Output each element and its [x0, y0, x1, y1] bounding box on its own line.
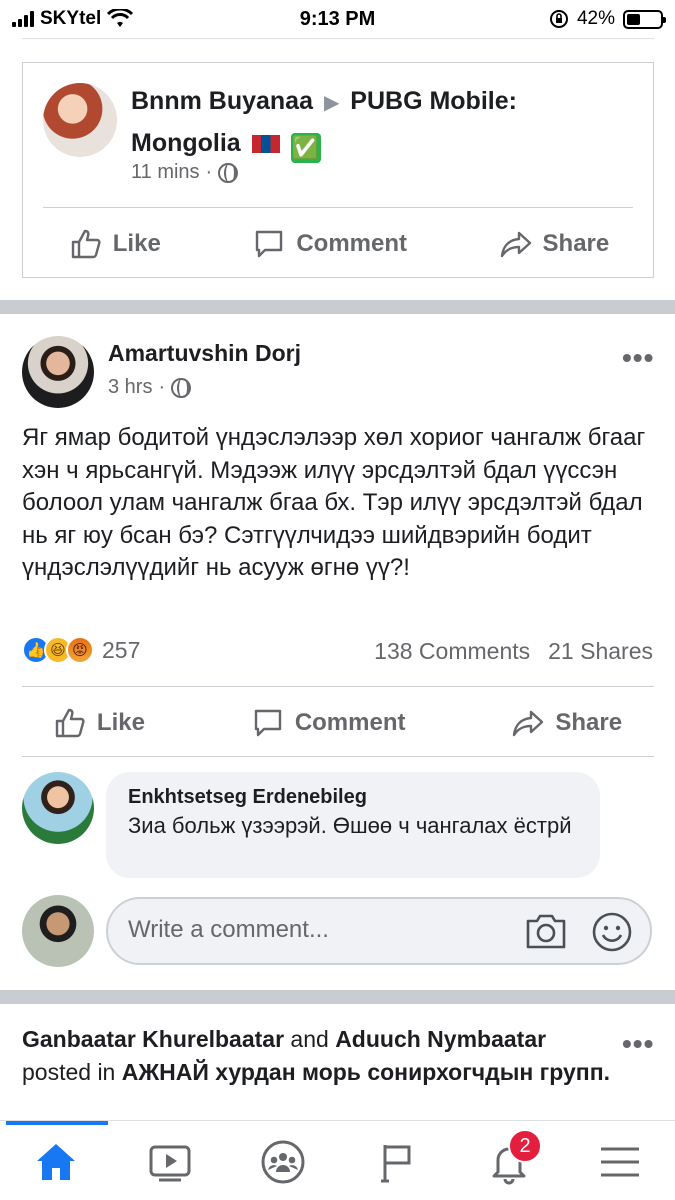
comment-label: Comment: [294, 709, 406, 736]
commenter-name[interactable]: Enkhtsetseg Erdenebileg: [128, 786, 578, 809]
comment-input[interactable]: [128, 916, 508, 944]
bottom-nav: 2: [0, 1120, 675, 1200]
action-bar: Like Comment Share: [0, 700, 675, 746]
separator-dot: ·: [205, 161, 213, 183]
separator-dot: ·: [158, 376, 166, 398]
angry-reaction-icon: 😡: [66, 636, 94, 664]
emoji-smile-icon[interactable]: [590, 910, 634, 954]
home-icon: [37, 1144, 75, 1180]
avatar[interactable]: [22, 336, 94, 408]
share-label: Share: [542, 230, 610, 257]
action-bar: Like Comment Share: [23, 221, 655, 267]
comment-button[interactable]: Comment: [252, 227, 407, 261]
groups-tab[interactable]: [253, 1135, 313, 1189]
thumbs-up-icon: [55, 708, 85, 738]
engagement-counts: 138 Comments 21 Shares: [374, 638, 653, 665]
shared-post-title[interactable]: Bnnm Buyanaa ▶ PUBG Mobile: Mongolia ✅: [131, 81, 601, 163]
conjunction: and: [290, 1026, 329, 1052]
like-button[interactable]: Like: [53, 706, 145, 740]
home-tab[interactable]: [26, 1135, 86, 1189]
mongolia-flag-icon: [251, 135, 280, 153]
author-name[interactable]: Ganbaatar Khurelbaatar: [22, 1026, 284, 1052]
flag-icon: [381, 1145, 411, 1183]
share-arrow-icon: [500, 231, 531, 258]
posted-in-label: posted in: [22, 1059, 116, 1085]
feed-separator: [0, 990, 675, 1004]
comment-text: Зиа больж үзээрэй. Өшөө ч чангалах ёстрй: [128, 813, 572, 838]
active-tab-indicator: [6, 1121, 108, 1125]
more-options-button[interactable]: •••: [622, 1028, 654, 1060]
next-post-header: Ganbaatar Khurelbaatar and Aduuch Nymbaa…: [22, 1023, 612, 1089]
battery-icon: [623, 9, 666, 29]
hamburger-menu-icon: [601, 1147, 639, 1177]
avatar[interactable]: [43, 83, 117, 157]
share-arrow-icon: [513, 710, 544, 737]
group-name[interactable]: АЖНАЙ хурдан морь сонирхогчдын групп: [122, 1059, 604, 1085]
battery-group: 42%: [549, 8, 666, 30]
watch-tab[interactable]: [140, 1135, 200, 1189]
write-comment-box[interactable]: [106, 897, 652, 965]
author-name[interactable]: Amartuvshin Dorj: [108, 340, 301, 367]
comment-icon: [256, 230, 283, 258]
globe-icon: [218, 162, 239, 183]
feed-separator: [0, 300, 675, 314]
check-mark-icon: ✅: [290, 133, 321, 163]
divider: [22, 756, 654, 757]
post-text: Яг ямар бодитой үндэслэлээр хөл хориог ч…: [22, 424, 646, 581]
comments-count[interactable]: 138 Comments: [374, 638, 530, 665]
shared-post-card[interactable]: Bnnm Buyanaa ▶ PUBG Mobile: Mongolia ✅ 1…: [22, 62, 654, 278]
status-bar: SKYtel 9:13 PM 42%: [0, 0, 675, 38]
author-name[interactable]: Bnnm Buyanaa: [131, 87, 313, 115]
like-label: Like: [112, 230, 161, 257]
play-arrow-icon: ▶: [323, 92, 340, 114]
camera-icon[interactable]: [524, 911, 568, 951]
divider: [22, 38, 654, 39]
battery-fill: [627, 13, 641, 25]
author-name[interactable]: Aduuch Nymbaatar: [335, 1026, 546, 1052]
share-button[interactable]: Share: [499, 227, 610, 261]
globe-icon: [171, 377, 192, 398]
user-avatar: [22, 895, 94, 967]
divider: [43, 207, 633, 208]
like-button[interactable]: Like: [69, 227, 161, 261]
comment-label: Comment: [296, 230, 407, 257]
comment-bubble[interactable]: Enkhtsetseg Erdenebileg Зиа больж үзээрэ…: [106, 772, 600, 878]
commenter-avatar[interactable]: [22, 772, 94, 844]
like-label: Like: [96, 709, 145, 736]
post-meta: 3 hrs ·: [108, 376, 192, 399]
groups-icon: [261, 1140, 305, 1184]
battery-percent: 42%: [576, 8, 615, 29]
share-label: Share: [555, 709, 623, 736]
reactions-summary[interactable]: 👍 😆 😡 257: [22, 636, 140, 664]
comment-button[interactable]: Comment: [251, 706, 406, 740]
menu-tab[interactable]: [590, 1135, 650, 1189]
share-button[interactable]: Share: [511, 706, 622, 740]
more-options-button[interactable]: •••: [622, 342, 654, 374]
post-meta: 11 mins ·: [131, 161, 239, 184]
notification-badge: 2: [508, 1129, 542, 1163]
shares-count[interactable]: 21 Shares: [548, 638, 653, 665]
pages-tab[interactable]: [366, 1135, 426, 1189]
comment-icon: [254, 709, 282, 737]
reaction-count: 257: [102, 636, 141, 663]
period: .: [603, 1059, 610, 1085]
thumbs-up-icon: [71, 229, 101, 259]
timestamp[interactable]: 3 hrs: [108, 376, 152, 399]
orientation-lock-icon: [549, 10, 568, 28]
timestamp[interactable]: 11 mins: [131, 161, 200, 184]
divider: [22, 686, 654, 687]
video-play-icon: [149, 1145, 191, 1182]
